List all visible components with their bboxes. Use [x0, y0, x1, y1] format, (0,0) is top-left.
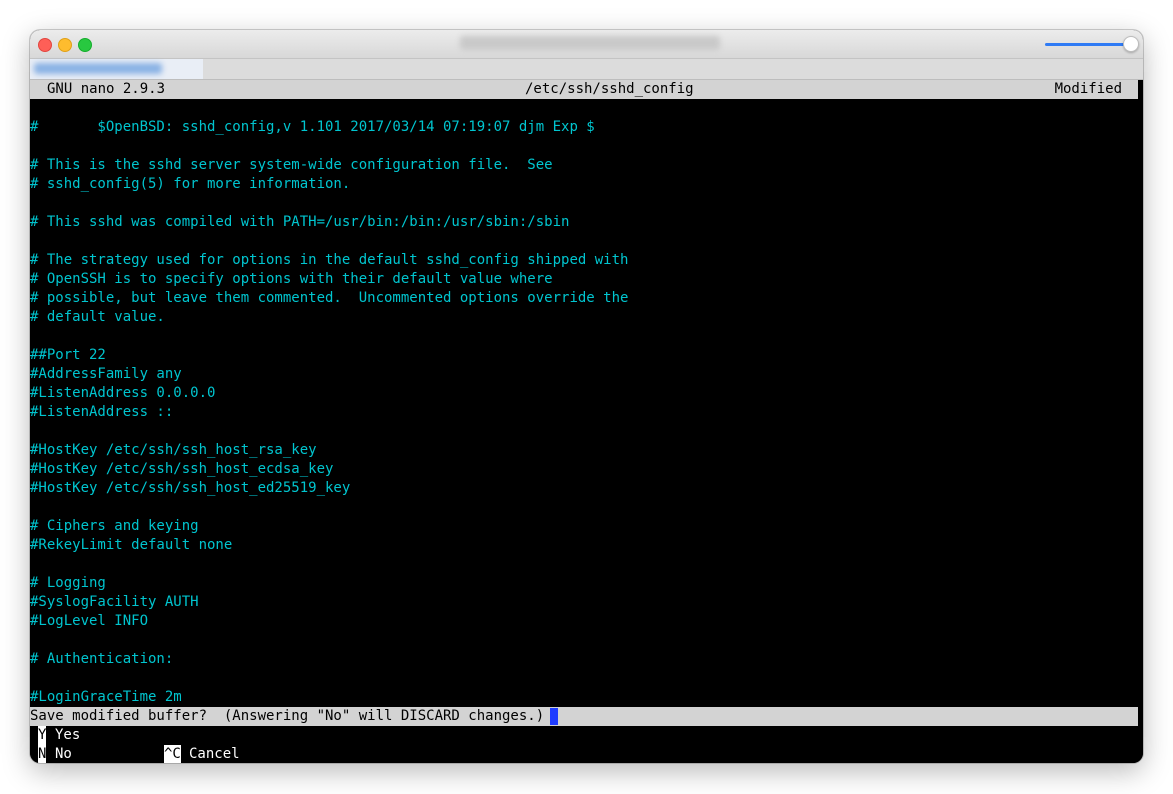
window-titlebar — [30, 30, 1143, 59]
file-line — [30, 137, 628, 156]
file-line: # Ciphers and keying — [30, 518, 199, 534]
file-line: #HostKey /etc/ssh/ssh_host_ed25519_key — [30, 480, 351, 496]
text-cursor — [550, 708, 558, 725]
file-line: #ListenAddress 0.0.0.0 — [30, 385, 216, 401]
file-line: #LoginGraceTime 2m — [30, 689, 182, 705]
cancel-shortcut-key[interactable]: ^C — [164, 745, 181, 763]
window-title-blurred — [460, 36, 720, 50]
yes-shortcut-key[interactable]: Y — [38, 726, 47, 745]
file-line: #HostKey /etc/ssh/ssh_host_ecdsa_key — [30, 461, 334, 477]
save-prompt-bar: Save modified buffer? (Answering "No" wi… — [30, 707, 1138, 726]
file-line: # Authentication: — [30, 651, 174, 667]
file-name: /etc/ssh/sshd_config — [525, 81, 694, 97]
no-option-label[interactable]: No — [55, 745, 72, 763]
file-line: #HostKey /etc/ssh/ssh_host_rsa_key — [30, 442, 317, 458]
file-line: # default value. — [30, 309, 165, 325]
file-line — [30, 327, 628, 346]
file-line: # This is the sshd server system-wide co… — [30, 157, 553, 173]
save-prompt-text: Save modified buffer? (Answering "No" wi… — [30, 708, 545, 724]
nano-editor[interactable]: GNU nano 2.9.3 /etc/ssh/sshd_config Modi… — [30, 80, 1143, 763]
opacity-slider-track[interactable] — [1045, 43, 1125, 46]
file-line: #RekeyLimit default none — [30, 537, 233, 553]
file-line: #LogLevel INFO — [30, 613, 149, 629]
file-content[interactable]: # $OpenBSD: sshd_config,v 1.101 2017/03/… — [30, 118, 628, 707]
nano-version: GNU nano 2.9.3 — [47, 81, 166, 97]
file-line: #SyslogFacility AUTH — [30, 594, 199, 610]
terminal-tab[interactable] — [30, 59, 203, 79]
modified-status: Modified — [1054, 81, 1122, 97]
file-line: # $OpenBSD: sshd_config,v 1.101 2017/03/… — [30, 119, 595, 135]
terminal-window: GNU nano 2.9.3 /etc/ssh/sshd_config Modi… — [30, 30, 1143, 763]
file-line — [30, 232, 628, 251]
no-shortcut-key[interactable]: N — [38, 745, 47, 763]
file-line: # Logging — [30, 575, 106, 591]
file-line — [30, 194, 628, 213]
opacity-slider-knob[interactable] — [1123, 36, 1139, 52]
file-line: ##Port 22 — [30, 347, 106, 363]
file-line — [30, 498, 628, 517]
zoom-window-icon[interactable] — [78, 38, 92, 52]
file-line: # sshd_config(5) for more information. — [30, 176, 351, 192]
file-line: # OpenSSH is to specify options with the… — [30, 271, 553, 287]
nano-title-bar: GNU nano 2.9.3 /etc/ssh/sshd_config Modi… — [30, 80, 1138, 99]
tab-bar — [30, 59, 1143, 80]
file-line: # The strategy used for options in the d… — [30, 252, 629, 268]
cancel-option-label[interactable]: Cancel — [189, 745, 240, 763]
file-line: # possible, but leave them commented. Un… — [30, 290, 629, 306]
file-line: #ListenAddress :: — [30, 404, 174, 420]
file-line: # This sshd was compiled with PATH=/usr/… — [30, 214, 570, 230]
file-line — [30, 631, 628, 650]
tab-title-blurred — [34, 63, 162, 74]
file-line — [30, 555, 628, 574]
file-line — [30, 669, 628, 688]
close-window-icon[interactable] — [38, 38, 52, 52]
yes-option-label[interactable]: Yes — [55, 726, 80, 745]
file-line — [30, 422, 628, 441]
file-line: #AddressFamily any — [30, 366, 182, 382]
minimize-window-icon[interactable] — [58, 38, 72, 52]
